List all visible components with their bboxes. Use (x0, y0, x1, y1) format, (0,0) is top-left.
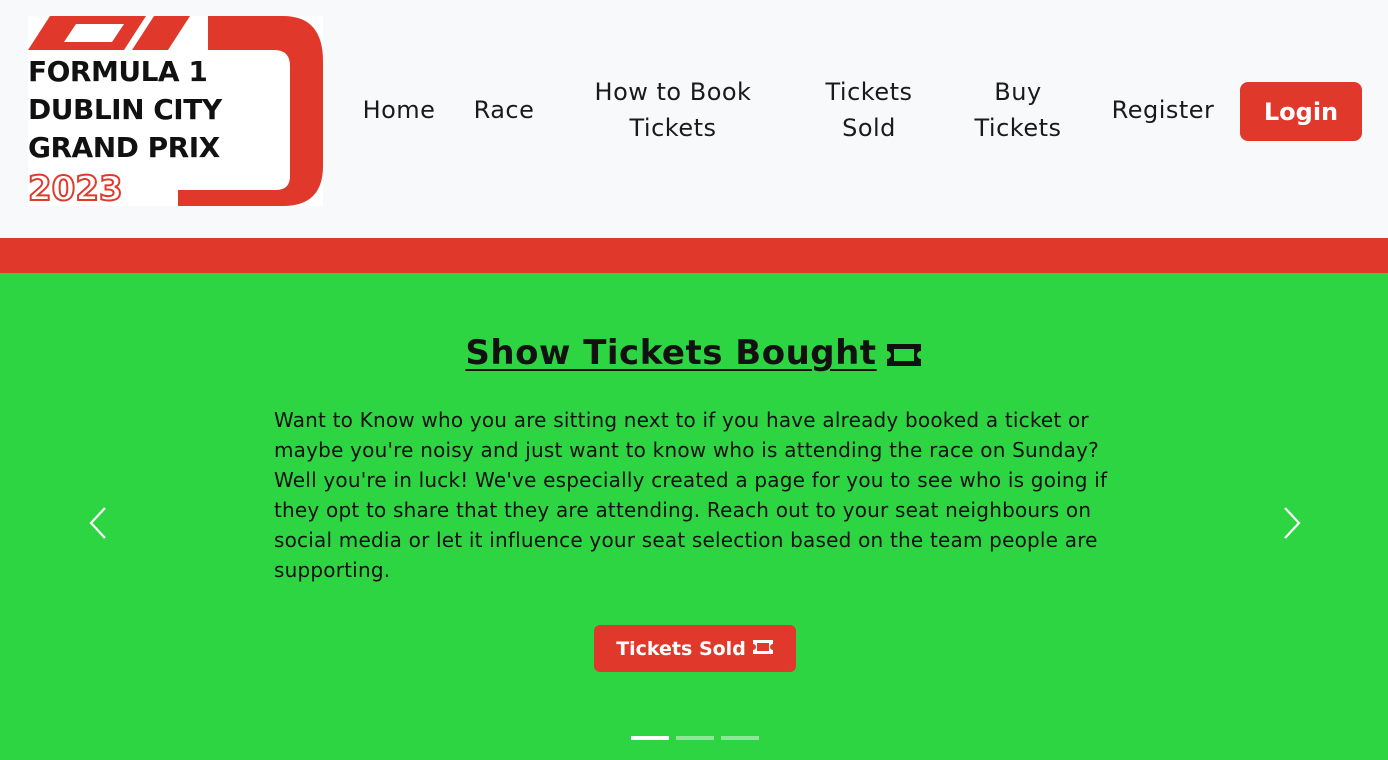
navbar: FORMULA 1 DUBLIN CITY GRAND PRIX 2023 Ho… (0, 0, 1388, 238)
ticket-icon (885, 337, 923, 377)
slide-title-text: Show Tickets Bought (465, 333, 877, 373)
carousel-indicator-2[interactable] (676, 736, 714, 740)
logo-text-grand-prix: GRAND PRIX (28, 131, 220, 164)
logo-text-year: 2023 (27, 169, 124, 209)
chevron-right-icon (1284, 507, 1301, 539)
slide-title: Show Tickets Bought (0, 333, 1388, 377)
nav-register-link[interactable]: Register (1100, 92, 1226, 128)
ticket-icon (752, 638, 774, 660)
nav-race-link[interactable]: Race (464, 92, 544, 128)
nav-how-to-book-link[interactable]: How to Book Tickets (573, 74, 773, 146)
logo-text-formula1: FORMULA 1 (28, 55, 208, 88)
tickets-sold-button-label: Tickets Sold (616, 637, 746, 660)
f1-dublin-logo[interactable]: FORMULA 1 DUBLIN CITY GRAND PRIX 2023 (27, 16, 323, 209)
carousel-indicator-1[interactable] (631, 736, 669, 740)
chevron-left-icon (89, 507, 106, 539)
tickets-sold-button[interactable]: Tickets Sold (594, 625, 796, 672)
nav-tickets-sold-link[interactable]: Tickets Sold (808, 74, 930, 146)
nav-home-link[interactable]: Home (352, 92, 446, 128)
slide-description: Want to Know who you are sitting next to… (274, 408, 1108, 582)
carousel-indicator-3[interactable] (721, 736, 759, 740)
carousel-prev-button[interactable] (78, 501, 118, 545)
login-button[interactable]: Login (1240, 82, 1362, 141)
nav-buy-tickets-link[interactable]: Buy Tickets (958, 74, 1078, 146)
red-divider-band (0, 238, 1388, 273)
carousel-next-button[interactable] (1272, 501, 1312, 545)
logo-text-dublin-city: DUBLIN CITY (28, 93, 222, 126)
hero-carousel: Show Tickets Bought Want to Know who you… (0, 273, 1388, 760)
